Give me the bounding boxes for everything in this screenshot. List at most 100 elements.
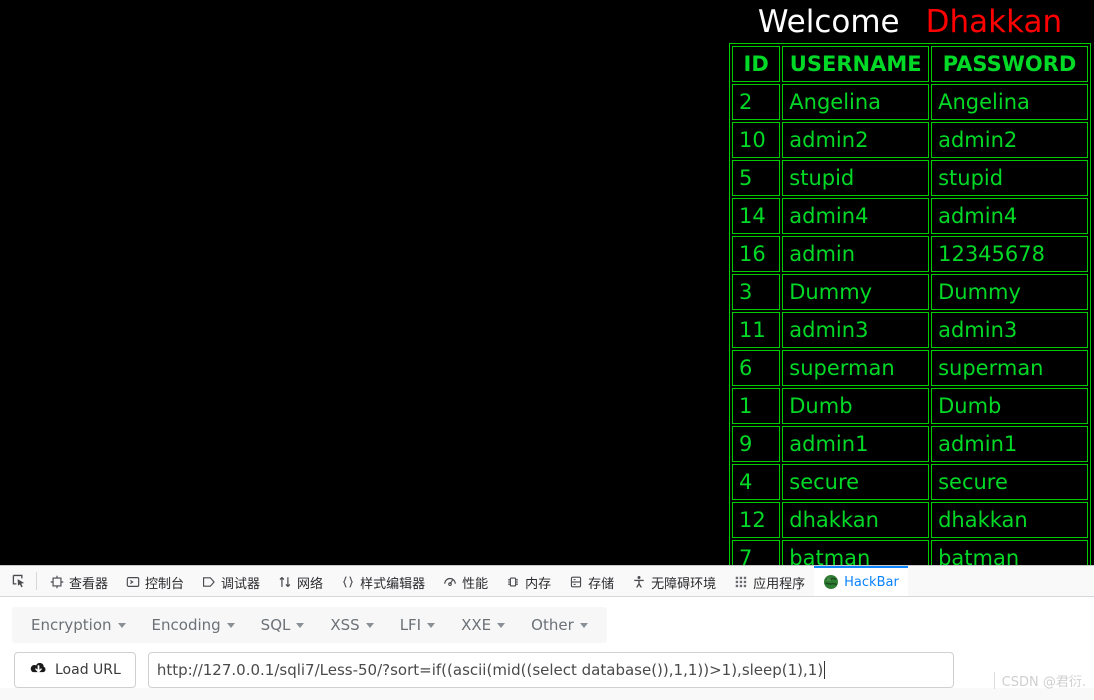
accessibility-icon: [632, 575, 646, 589]
table-row: 2 Angelina Angelina: [732, 84, 1088, 120]
cell-password: superman: [931, 350, 1088, 386]
menu-label: Encryption: [31, 616, 112, 634]
cell-id: 16: [732, 236, 781, 272]
table-body: 2 Angelina Angelina 10 admin2 admin2 5 stupid st…: [732, 84, 1088, 565]
menu-lfi[interactable]: LFI: [387, 610, 448, 640]
table-row: 7 batman batman: [732, 540, 1088, 565]
table-row: 5 stupid stupid: [732, 160, 1088, 196]
cell-id: 2: [732, 84, 781, 120]
menu-other[interactable]: Other: [518, 610, 601, 640]
tab-application[interactable]: 应用程序: [725, 566, 814, 596]
cell-username: admin1: [782, 426, 930, 462]
cell-id: 7: [732, 540, 781, 565]
cell-username: admin: [782, 236, 930, 272]
devtools-tab-bar: 查看器 控制台 调试器 网络 样式编辑器 性能 内存 存储 无障碍环境 应用程序…: [0, 566, 1094, 597]
chevron-down-icon: [226, 622, 235, 628]
table-row: 3 Dummy Dummy: [732, 274, 1088, 310]
cell-password: admin3: [931, 312, 1088, 348]
table-row: 16 admin 12345678: [732, 236, 1088, 272]
welcome-label: Welcome: [757, 4, 900, 40]
table-row: 12 dhakkan dhakkan: [732, 502, 1088, 538]
tab-label: 控制台: [145, 576, 185, 592]
cell-username: Dumb: [782, 388, 930, 424]
tab-network[interactable]: 网络: [269, 566, 332, 596]
performance-icon: [443, 575, 457, 589]
menu-xxe[interactable]: XXE: [448, 610, 518, 640]
cell-username: stupid: [782, 160, 930, 196]
tab-style-editor[interactable]: 样式编辑器: [332, 566, 434, 596]
chevron-down-icon: [579, 622, 588, 628]
chevron-down-icon: [117, 622, 126, 628]
tab-memory[interactable]: 内存: [497, 566, 560, 596]
storage-icon: [569, 575, 583, 589]
cell-password: secure: [931, 464, 1088, 500]
cell-id: 12: [732, 502, 781, 538]
toolbar-divider: [36, 572, 37, 590]
tab-label: 样式编辑器: [360, 576, 426, 592]
menu-label: Other: [531, 616, 574, 634]
chevron-down-icon: [427, 622, 436, 628]
cell-id: 5: [732, 160, 781, 196]
tab-hackbar[interactable]: HackBar: [814, 566, 908, 596]
network-icon: [278, 575, 292, 589]
sql-result-table: ID USERNAME PASSWORD 2 Angelina Angelina 10…: [729, 43, 1091, 565]
cell-id: 6: [732, 350, 781, 386]
tab-performance[interactable]: 性能: [434, 566, 497, 596]
cell-username: admin4: [782, 198, 930, 234]
hackbar-panel: Encryption Encoding SQL XSS LFI XXE Othe…: [0, 597, 1094, 688]
menu-label: XXE: [461, 616, 492, 634]
table-row: 9 admin1 admin1: [732, 426, 1088, 462]
tab-label: 无障碍环境: [651, 576, 717, 592]
console-icon: [126, 575, 140, 589]
cell-password: stupid: [931, 160, 1088, 196]
cell-id: 1: [732, 388, 781, 424]
cell-password: batman: [931, 540, 1088, 565]
table-row: 11 admin3 admin3: [732, 312, 1088, 348]
hackbar-url-row: Load URL http://127.0.0.1/sqli7/Less-50/…: [12, 652, 1082, 688]
hackbar-menu-bar: Encryption Encoding SQL XSS LFI XXE Othe…: [12, 607, 607, 643]
tab-debugger[interactable]: 调试器: [193, 566, 269, 596]
tab-label: 存储: [588, 576, 615, 592]
cell-username: Angelina: [782, 84, 930, 120]
table-header-row: ID USERNAME PASSWORD: [732, 46, 1088, 82]
inspector-icon: [50, 575, 64, 589]
column-header-password: PASSWORD: [931, 46, 1088, 82]
tab-label: 应用程序: [753, 576, 806, 592]
page-title: Welcome Dhakkan: [731, 2, 1089, 42]
cell-username: superman: [782, 350, 930, 386]
tab-label: HackBar: [844, 574, 899, 590]
url-input-value: http://127.0.0.1/sqli7/Less-50/?sort=if(…: [156, 661, 824, 679]
table-row: 14 admin4 admin4: [732, 198, 1088, 234]
column-header-username: USERNAME: [782, 46, 930, 82]
tab-label: 调试器: [221, 576, 261, 592]
cell-username: dhakkan: [782, 502, 930, 538]
menu-encoding[interactable]: Encoding: [139, 610, 248, 640]
tab-console[interactable]: 控制台: [117, 566, 193, 596]
chevron-down-icon: [296, 622, 305, 628]
menu-encryption[interactable]: Encryption: [18, 610, 139, 640]
cell-password: Dummy: [931, 274, 1088, 310]
cell-id: 10: [732, 122, 781, 158]
devtools-panel: 查看器 控制台 调试器 网络 样式编辑器 性能 内存 存储 无障碍环境 应用程序…: [0, 565, 1094, 700]
table-row: 6 superman superman: [732, 350, 1088, 386]
tab-label: 查看器: [69, 576, 109, 592]
tab-label: 网络: [297, 576, 324, 592]
debugger-icon: [202, 575, 216, 589]
style-editor-icon: [341, 575, 355, 589]
menu-label: SQL: [260, 616, 291, 634]
cell-username: secure: [782, 464, 930, 500]
table-row: 1 Dumb Dumb: [732, 388, 1088, 424]
chevron-down-icon: [365, 622, 374, 628]
table-row: 10 admin2 admin2: [732, 122, 1088, 158]
load-url-button[interactable]: Load URL: [14, 652, 136, 688]
tab-inspector[interactable]: 查看器: [41, 566, 117, 596]
tab-accessibility[interactable]: 无障碍环境: [623, 566, 725, 596]
menu-sql[interactable]: SQL: [248, 610, 318, 640]
cell-password: admin2: [931, 122, 1088, 158]
column-header-id: ID: [732, 46, 781, 82]
application-icon: [734, 575, 748, 589]
element-picker-icon[interactable]: [4, 566, 34, 596]
tab-storage[interactable]: 存储: [560, 566, 623, 596]
url-input[interactable]: http://127.0.0.1/sqli7/Less-50/?sort=if(…: [147, 652, 954, 688]
menu-xss[interactable]: XSS: [317, 610, 386, 640]
